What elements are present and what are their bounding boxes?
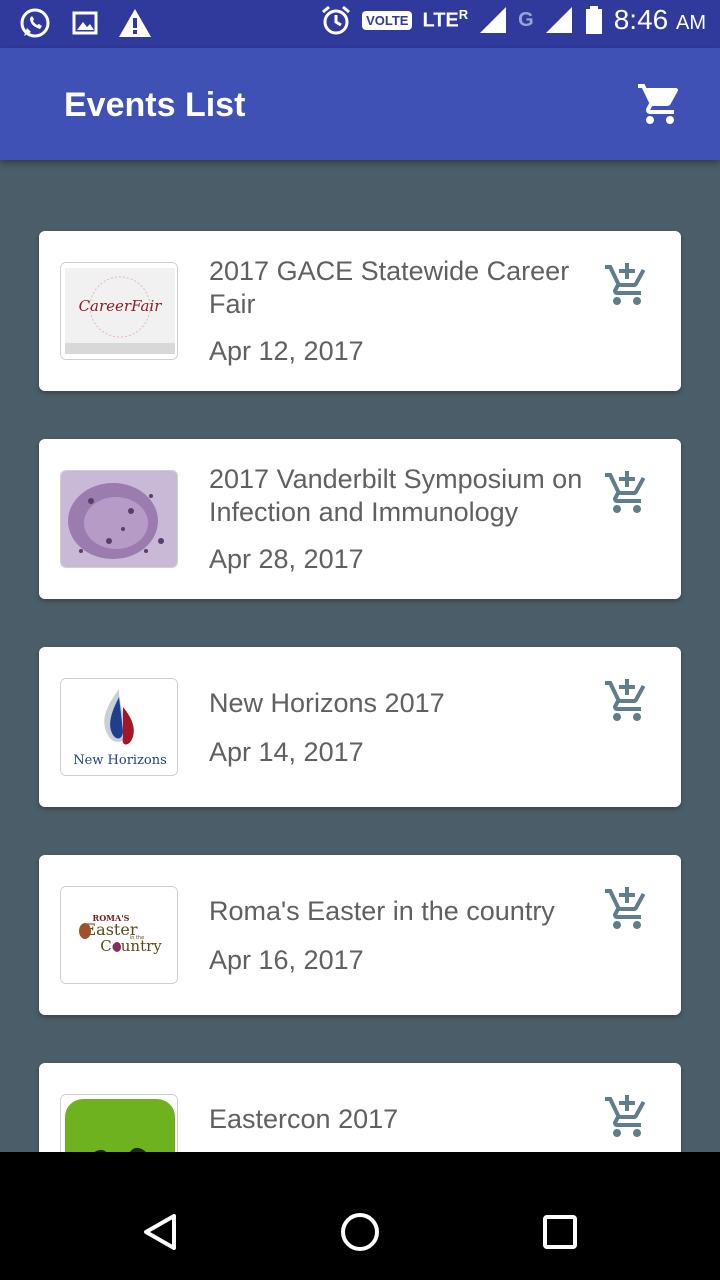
home-button[interactable] — [338, 1210, 382, 1254]
event-title: 2017 Vanderbilt Symposium on Infection a… — [209, 464, 583, 527]
battery-icon — [585, 6, 602, 34]
event-card[interactable]: CareerFair 2017 GACE Statewide Career Fa… — [39, 231, 681, 391]
add-to-cart-button[interactable] — [603, 261, 651, 309]
thumb-country-text: Country — [100, 937, 162, 955]
add-shopping-cart-icon — [605, 263, 646, 305]
status-bar: VOLTE LTER G 8:46 AM — [0, 0, 720, 48]
event-card[interactable]: 2017 Vanderbilt Symposium on Infection a… — [39, 439, 681, 599]
cart-button[interactable] — [636, 80, 684, 128]
events-list[interactable]: CareerFair 2017 GACE Statewide Career Fa… — [0, 160, 720, 1152]
event-title: Roma's Easter in the country — [209, 896, 555, 926]
add-shopping-cart-icon — [605, 679, 646, 721]
recents-button[interactable] — [538, 1210, 582, 1254]
event-date: Apr 16, 2017 — [209, 945, 364, 975]
home-circle-icon — [341, 1213, 379, 1251]
whatsapp-icon — [20, 8, 50, 38]
event-thumbnail: CareerFair — [60, 262, 178, 360]
event-card[interactable]: Eastercon 2017 — [39, 1063, 681, 1152]
signal-icon — [480, 7, 507, 33]
thumb-new-horizons-text: New Horizons — [73, 753, 167, 768]
lte-indicator: LTER — [422, 7, 469, 32]
event-card[interactable]: ROMA'S Easter in the Country Roma's East… — [39, 855, 681, 1015]
event-date: Apr 28, 2017 — [209, 544, 364, 574]
add-shopping-cart-icon — [605, 887, 646, 929]
event-thumbnail: New Horizons — [60, 678, 178, 776]
event-thumbnail: ROMA'S Easter in the Country — [60, 886, 178, 984]
back-triangle-icon — [144, 1214, 176, 1250]
event-date: Apr 12, 2017 — [209, 336, 364, 366]
thumb-career-fair-text: CareerFair — [79, 297, 163, 315]
add-shopping-cart-icon — [605, 471, 646, 513]
event-date: Apr 14, 2017 — [209, 737, 364, 767]
system-nav-bar — [0, 1184, 720, 1280]
add-to-cart-button[interactable] — [603, 885, 651, 933]
event-thumbnail — [60, 470, 178, 568]
event-title: 2017 GACE Statewide Career Fair — [209, 256, 570, 319]
add-to-cart-button[interactable] — [603, 1093, 651, 1141]
app-bar: Events List — [0, 48, 720, 160]
add-to-cart-button[interactable] — [603, 677, 651, 725]
back-button[interactable] — [138, 1210, 182, 1254]
add-to-cart-button[interactable] — [603, 469, 651, 517]
signal-icon-2 — [545, 7, 572, 33]
alarm-icon — [322, 5, 351, 35]
event-card[interactable]: New Horizons New Horizons 2017 Apr 14, 2… — [39, 647, 681, 807]
add-shopping-cart-icon — [605, 1095, 646, 1137]
recents-square-icon — [543, 1215, 577, 1249]
warning-icon — [119, 9, 151, 37]
event-thumbnail — [60, 1094, 178, 1152]
shopping-cart-icon — [638, 84, 679, 124]
volte-badge: VOLTE — [362, 10, 413, 30]
status-clock: 8:46 AM — [613, 4, 706, 35]
image-icon — [72, 11, 98, 35]
page-title: Events List — [64, 86, 246, 124]
event-title: Eastercon 2017 — [209, 1104, 399, 1134]
event-title: New Horizons 2017 — [209, 688, 445, 718]
network-g: G — [518, 8, 534, 31]
